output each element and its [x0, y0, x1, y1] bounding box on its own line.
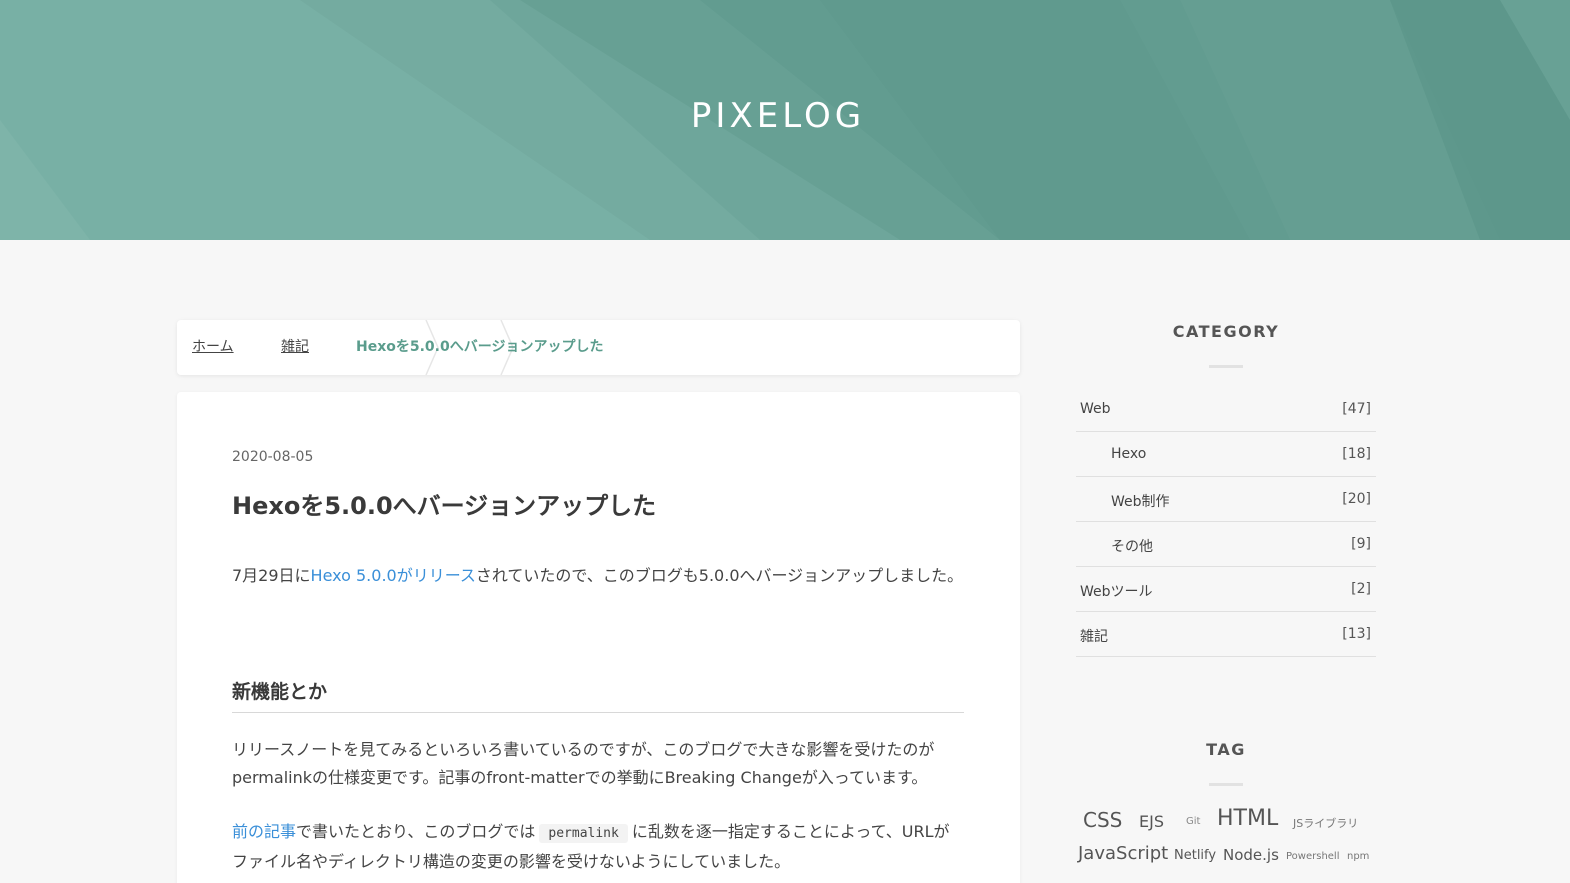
category-count: [18]: [1342, 446, 1371, 462]
category-count: [20]: [1342, 491, 1371, 507]
category-name[interactable]: Web制作: [1111, 491, 1170, 511]
tag-html[interactable]: HTML: [1217, 806, 1278, 831]
category-widget-title: CATEGORY: [1172, 322, 1280, 341]
divider: [1209, 365, 1243, 368]
category-count: [47]: [1342, 401, 1371, 417]
breadcrumb-home[interactable]: ホーム: [192, 320, 234, 375]
section-heading: 新機能とか: [232, 677, 964, 713]
category-count: [2]: [1351, 581, 1371, 597]
category-item-web-tools[interactable]: Webツール [2]: [1076, 567, 1376, 612]
release-link[interactable]: Hexo 5.0.0がリリース: [311, 566, 476, 585]
breadcrumb-category[interactable]: 雑記: [281, 320, 309, 375]
category-item-web[interactable]: Web [47]: [1076, 387, 1376, 432]
site-header: PIXELOG: [0, 0, 1570, 240]
tag-nodejs[interactable]: Node.js: [1223, 846, 1279, 864]
inline-code: permalink: [539, 824, 628, 843]
category-list: Web [47] Hexo [18] Web制作 [20] その他 [9] We…: [1076, 387, 1376, 657]
breadcrumb-current: Hexoを5.0.0へバージョンアップした: [356, 339, 604, 355]
previous-article-link[interactable]: 前の記事: [232, 822, 296, 841]
tag-css[interactable]: CSS: [1083, 808, 1122, 832]
tag-js-library[interactable]: JSライブラリ: [1293, 815, 1358, 831]
breadcrumb-home-link[interactable]: ホーム: [192, 339, 234, 355]
category-name[interactable]: Web: [1080, 401, 1111, 417]
category-item-web-production[interactable]: Web制作 [20]: [1076, 477, 1376, 522]
tag-javascript[interactable]: JavaScript: [1078, 843, 1168, 864]
tag-netlify[interactable]: Netlify: [1174, 848, 1216, 863]
tag-powershell[interactable]: Powershell: [1286, 851, 1340, 862]
text: されていたので、このブログも5.0.0へバージョンアップしました。: [475, 566, 964, 585]
tag-ejs[interactable]: EJS: [1139, 812, 1164, 831]
tag-git[interactable]: Git: [1186, 816, 1200, 827]
category-name[interactable]: 雑記: [1080, 626, 1108, 646]
breadcrumb-category-link[interactable]: 雑記: [281, 339, 309, 355]
category-item-other[interactable]: その他 [9]: [1076, 522, 1376, 567]
category-name[interactable]: その他: [1111, 536, 1153, 556]
post-title: Hexoを5.0.0へバージョンアップした: [232, 492, 657, 520]
site-title-link[interactable]: PIXELOG: [0, 96, 1556, 136]
category-count: [13]: [1342, 626, 1371, 642]
category-count: [9]: [1351, 536, 1371, 552]
category-item-misc[interactable]: 雑記 [13]: [1076, 612, 1376, 657]
post-date: 2020-08-05: [232, 449, 314, 465]
paragraph-release-notes: リリースノートを見てみるといろいろ書いているのですが、このブログで大きな影響を受…: [232, 740, 935, 787]
paragraph-permalink: 前の記事で書いたとおり、このブログでは permalink に乱数を逐一指定すること…: [232, 818, 964, 876]
paragraph-intro: 7月29日にHexo 5.0.0がリリースされていたので、このブログも5.0.0…: [232, 562, 964, 590]
category-name[interactable]: Hexo: [1111, 446, 1146, 462]
category-name[interactable]: Webツール: [1080, 581, 1153, 601]
text: 7月29日に: [232, 566, 311, 585]
breadcrumb: ホーム 雑記 Hexoを5.0.0へバージョンアップした: [177, 320, 1020, 375]
text: で書いたとおり、このブログでは: [296, 822, 536, 841]
tag-widget-title: TAG: [1206, 740, 1246, 759]
divider: [1209, 783, 1243, 786]
tag-npm[interactable]: npm: [1347, 851, 1369, 862]
category-item-hexo[interactable]: Hexo [18]: [1076, 432, 1376, 477]
article-card: 2020-08-05 Hexoを5.0.0へバージョンアップした 7月29日にH…: [177, 392, 1020, 883]
